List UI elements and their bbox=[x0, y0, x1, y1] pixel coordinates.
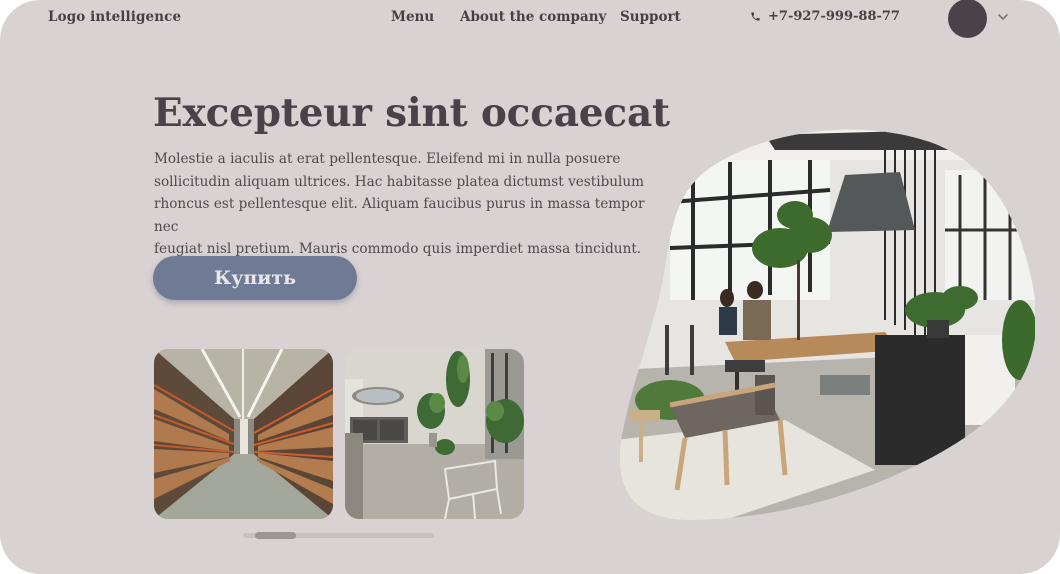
hero-title: Excepteur sint occaecat bbox=[153, 90, 670, 136]
phone-number: +7-927-999-88-77 bbox=[768, 9, 900, 24]
page-frame: Logo intelligence Menu About the company… bbox=[0, 0, 1060, 574]
phone-link[interactable]: +7-927-999-88-77 bbox=[750, 9, 900, 24]
phone-icon bbox=[750, 11, 761, 22]
buy-button[interactable]: Купить bbox=[153, 256, 357, 300]
nav-menu[interactable]: Menu bbox=[391, 9, 434, 25]
nav-support[interactable]: Support bbox=[620, 9, 681, 25]
office-hero-photo bbox=[615, 120, 1037, 530]
description-line: Molestie a iaculis at erat pellentesque.… bbox=[154, 151, 621, 167]
chevron-down-icon[interactable] bbox=[996, 9, 1010, 23]
description-line: rhoncus est pellentesque elit. Aliquam f… bbox=[154, 196, 645, 235]
avatar[interactable] bbox=[948, 0, 987, 38]
nav-about[interactable]: About the company bbox=[460, 9, 606, 25]
office-interior-photo[interactable] bbox=[345, 349, 524, 519]
logo[interactable]: Logo intelligence bbox=[48, 9, 181, 25]
hero-description: Molestie a iaculis at erat pellentesque.… bbox=[154, 148, 654, 261]
gallery-scrollbar-thumb[interactable] bbox=[255, 532, 296, 539]
warehouse-photo[interactable] bbox=[154, 349, 333, 519]
description-line: sollicitudin aliquam ultrices. Hac habit… bbox=[154, 173, 645, 190]
